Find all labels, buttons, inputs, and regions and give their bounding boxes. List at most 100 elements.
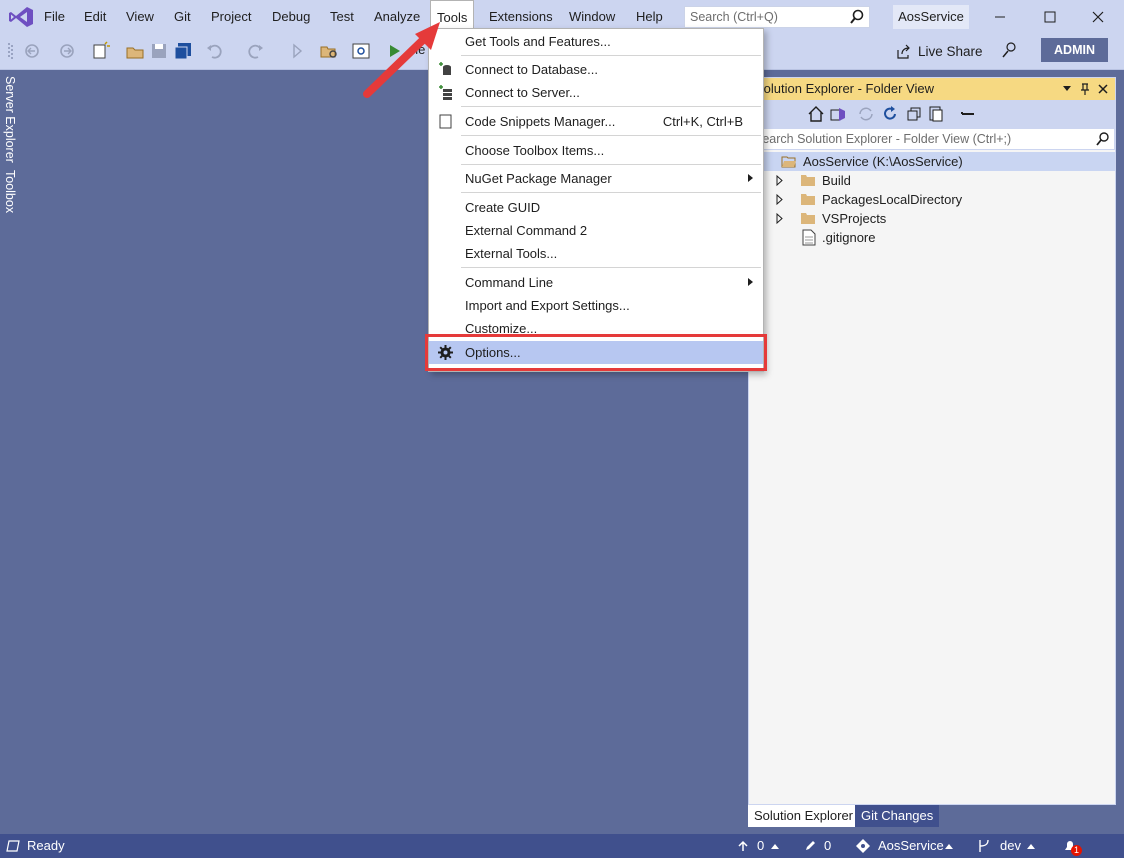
menu-item-import-export[interactable]: Import and Export Settings... bbox=[429, 294, 763, 317]
tree-item-gitignore[interactable]: .gitignore bbox=[749, 228, 1115, 247]
properties-icon[interactable] bbox=[959, 105, 977, 123]
checkbox-icon bbox=[439, 114, 452, 129]
dropdown-arrow-icon[interactable] bbox=[1062, 85, 1072, 93]
folder-icon bbox=[801, 213, 815, 224]
find-in-files-icon[interactable] bbox=[318, 40, 340, 62]
solution-explorer-search[interactable]: Search Solution Explorer - Folder View (… bbox=[749, 128, 1115, 150]
search-icon bbox=[850, 9, 864, 24]
show-all-files-icon[interactable] bbox=[927, 105, 945, 123]
repo-name: AosService bbox=[878, 838, 944, 853]
caret-up-icon bbox=[771, 844, 779, 849]
tree-root-row[interactable]: AosService (K:\AosService) bbox=[749, 152, 1115, 171]
live-share-button[interactable]: Live Share bbox=[896, 42, 983, 64]
left-tool-tabs: Server Explorer Toolbox bbox=[0, 70, 24, 834]
tools-menu-dropdown: Get Tools and Features... Connect to Dat… bbox=[428, 28, 764, 372]
menu-item-create-guid[interactable]: Create GUID bbox=[429, 196, 763, 219]
feedback-icon[interactable] bbox=[1000, 40, 1020, 60]
redo-icon[interactable] bbox=[244, 40, 266, 62]
menu-separator bbox=[461, 192, 761, 193]
project-name-badge: AosService bbox=[893, 5, 969, 29]
close-icon[interactable] bbox=[1088, 6, 1108, 28]
expand-arrow-icon[interactable] bbox=[775, 190, 785, 209]
switch-views-icon[interactable] bbox=[829, 105, 847, 123]
pencil-icon bbox=[806, 841, 815, 850]
close-panel-icon[interactable] bbox=[1097, 83, 1109, 95]
menu-item-choose-toolbox[interactable]: Choose Toolbox Items... bbox=[429, 139, 763, 162]
open-file-icon[interactable] bbox=[124, 40, 146, 62]
home-icon[interactable] bbox=[807, 105, 825, 123]
tree-item-packageslocaldirectory[interactable]: PackagesLocalDirectory bbox=[749, 190, 1115, 209]
menu-separator bbox=[461, 135, 761, 136]
live-share-label: Live Share bbox=[918, 44, 983, 59]
save-icon[interactable] bbox=[148, 40, 170, 62]
tab-solution-explorer[interactable]: Solution Explorer bbox=[748, 805, 859, 827]
solution-explorer-header: Solution Explorer - Folder View bbox=[749, 78, 1115, 100]
menu-item-get-tools[interactable]: Get Tools and Features... bbox=[429, 30, 763, 53]
notification-count: 1 bbox=[1071, 845, 1082, 856]
visual-studio-logo-icon[interactable] bbox=[8, 6, 34, 28]
search-icon bbox=[1096, 132, 1109, 146]
menu-item-code-snippets[interactable]: Code Snippets Manager... Ctrl+K, Ctrl+B bbox=[429, 110, 763, 133]
menu-item-external-tools[interactable]: External Tools... bbox=[429, 242, 763, 265]
menu-item-command-line[interactable]: Command Line bbox=[429, 271, 763, 294]
menu-item-nuget[interactable]: NuGet Package Manager bbox=[429, 167, 763, 190]
expand-arrow-icon[interactable] bbox=[775, 171, 785, 190]
collapse-all-icon[interactable] bbox=[905, 105, 923, 123]
new-project-icon[interactable] bbox=[90, 40, 112, 62]
menu-debug[interactable]: Debug bbox=[266, 0, 316, 34]
pin-icon[interactable] bbox=[1079, 82, 1091, 96]
expand-arrow-icon[interactable] bbox=[775, 209, 785, 228]
menu-item-connect-server[interactable]: Connect to Server... bbox=[429, 81, 763, 104]
step-forward-icon[interactable] bbox=[286, 40, 308, 62]
menu-item-external-command-2[interactable]: External Command 2 bbox=[429, 219, 763, 242]
folder-icon bbox=[801, 194, 815, 205]
solution-explorer-panel: Solution Explorer - Folder View Search S… bbox=[748, 77, 1116, 805]
admin-badge[interactable]: ADMIN bbox=[1041, 38, 1108, 62]
menu-separator bbox=[461, 164, 761, 165]
menu-view[interactable]: View bbox=[120, 0, 160, 34]
tree-item-vsprojects[interactable]: VSProjects bbox=[749, 209, 1115, 228]
tree-item-build[interactable]: Build bbox=[749, 171, 1115, 190]
toolbar-grip-icon bbox=[8, 43, 13, 59]
status-text: Ready bbox=[27, 838, 65, 853]
sync-icon[interactable] bbox=[857, 105, 875, 123]
navigate-back-icon[interactable] bbox=[22, 40, 44, 62]
edit-count: 0 bbox=[824, 838, 832, 853]
search-input[interactable]: Search (Ctrl+Q) bbox=[684, 6, 870, 28]
menu-separator bbox=[461, 106, 761, 107]
git-repo-icon bbox=[856, 839, 870, 853]
search-placeholder: Search (Ctrl+Q) bbox=[690, 10, 778, 24]
menu-separator bbox=[461, 267, 761, 268]
navigate-forward-icon[interactable] bbox=[56, 40, 78, 62]
folder-icon bbox=[801, 175, 815, 186]
menu-git[interactable]: Git bbox=[168, 0, 197, 34]
undo-icon[interactable] bbox=[204, 40, 226, 62]
maximize-icon[interactable] bbox=[1040, 6, 1060, 28]
git-branch-icon bbox=[979, 839, 989, 852]
save-all-icon[interactable] bbox=[172, 40, 194, 62]
arrow-up-icon bbox=[738, 840, 748, 851]
file-icon bbox=[802, 229, 816, 246]
server-explorer-tab[interactable]: Server Explorer bbox=[3, 76, 17, 163]
tree-root-label: AosService (K:\AosService) bbox=[803, 154, 963, 169]
tree-item-label: Build bbox=[822, 173, 851, 188]
tab-git-changes[interactable]: Git Changes bbox=[855, 805, 940, 827]
menu-project[interactable]: Project bbox=[205, 0, 257, 34]
submenu-arrow-icon bbox=[748, 174, 753, 182]
output-window-icon[interactable] bbox=[6, 839, 20, 853]
tree-item-label: VSProjects bbox=[822, 211, 887, 226]
menu-item-connect-database[interactable]: Connect to Database... bbox=[429, 58, 763, 81]
panel-bottom-tabs: Solution Explorer Git Changes bbox=[748, 805, 1124, 827]
annotation-highlight-box bbox=[425, 334, 767, 371]
submenu-arrow-icon bbox=[748, 278, 753, 286]
caret-up-icon bbox=[945, 844, 953, 849]
notifications[interactable]: 1 bbox=[1062, 834, 1086, 858]
minimize-icon[interactable] bbox=[990, 6, 1010, 28]
solution-explorer-title: Solution Explorer - Folder View bbox=[755, 81, 934, 96]
menu-file[interactable]: File bbox=[38, 0, 71, 34]
open-folder-icon bbox=[781, 156, 796, 168]
menu-edit[interactable]: Edit bbox=[78, 0, 112, 34]
caret-up-icon bbox=[1027, 844, 1035, 849]
refresh-icon[interactable] bbox=[881, 105, 899, 123]
toolbox-tab[interactable]: Toolbox bbox=[3, 170, 17, 213]
